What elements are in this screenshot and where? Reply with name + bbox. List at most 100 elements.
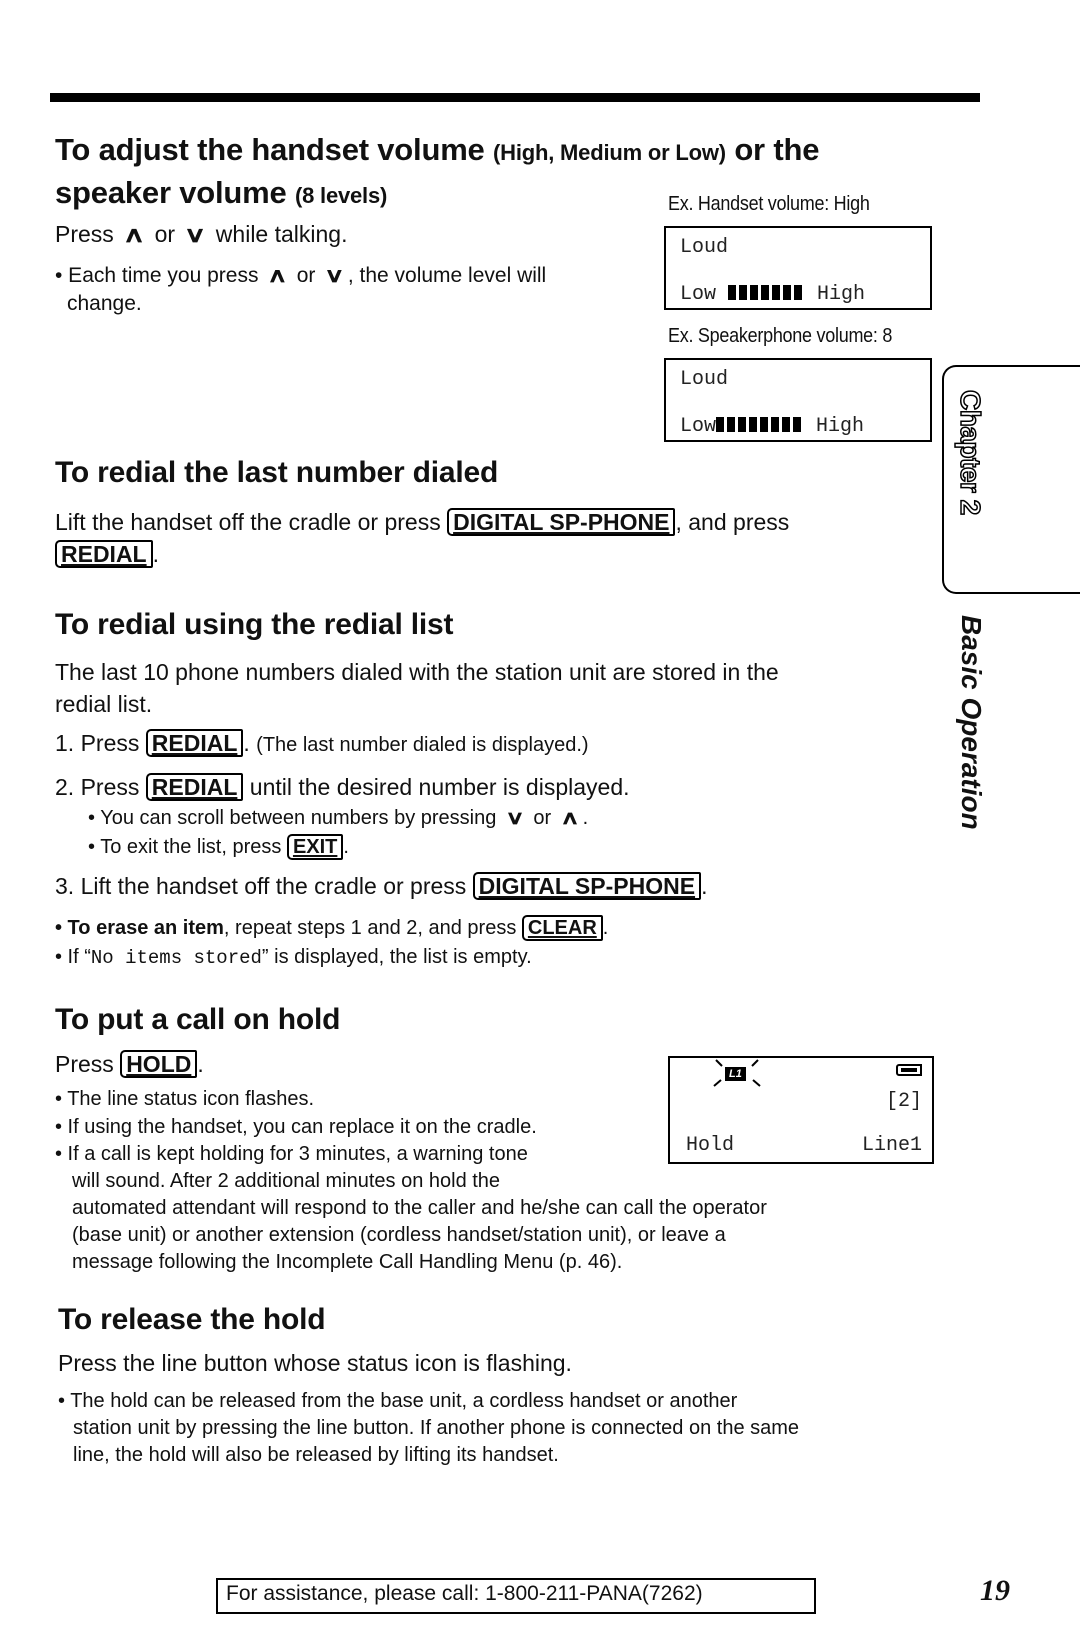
text: redial list.	[55, 691, 153, 717]
redial-step-2: 2. Press REDIAL until the desired number…	[55, 771, 630, 803]
text: until the desired number is displayed.	[243, 774, 630, 800]
text: • If “	[55, 946, 91, 968]
text: automated attendant will respond to the …	[72, 1197, 767, 1219]
volume-block	[771, 417, 780, 432]
text: ” is displayed, the list is empty.	[261, 946, 532, 968]
redial-key[interactable]: REDIAL	[55, 540, 153, 568]
volume-block	[738, 417, 747, 432]
display-line-loud: Loud	[680, 236, 729, 259]
volume-block	[760, 417, 769, 432]
low-label: Low	[680, 283, 717, 306]
text: .	[701, 873, 708, 899]
section-label: Basic Operation	[956, 615, 987, 830]
high-label: High	[817, 283, 866, 306]
volume-block	[783, 285, 792, 300]
release-heading: To release the hold	[58, 1303, 326, 1336]
down-arrow-icon: ∨	[324, 265, 345, 287]
battery-icon	[896, 1064, 922, 1076]
text: or	[148, 221, 182, 247]
volume-block	[749, 417, 758, 432]
heading-qualifier: (High, Medium or Low)	[493, 140, 726, 165]
text: while talking.	[209, 221, 348, 247]
redial-key[interactable]: REDIAL	[145, 773, 244, 801]
text: or	[527, 807, 557, 829]
text: (base unit) or another extension (cordle…	[72, 1224, 726, 1246]
display-line-loud: Loud	[680, 368, 729, 391]
text: message following the Incomplete Call Ha…	[72, 1251, 623, 1273]
redial-last-text: Lift the handset off the cradle or press…	[55, 506, 915, 570]
bold-text: • To erase an item	[55, 917, 224, 939]
assistance-footer: For assistance, please call: 1-800-211-P…	[216, 1578, 816, 1614]
down-arrow-icon: ∨	[184, 222, 207, 247]
heading-text: To adjust the handset volume	[55, 132, 494, 167]
text: , the volume level will	[347, 264, 547, 287]
text: .	[602, 917, 609, 939]
display-volume-row: Low High	[680, 283, 865, 306]
volume-level-bar	[728, 283, 805, 306]
chapter-label: Chapter 2	[954, 389, 987, 515]
release-bullet: • The hold can be released from the base…	[58, 1388, 958, 1469]
volume-block	[793, 417, 802, 432]
text: .	[582, 807, 589, 829]
text: .	[152, 541, 160, 567]
display-line-label: Line1	[861, 1134, 922, 1157]
exit-key[interactable]: EXIT	[286, 834, 344, 860]
volume-block	[728, 285, 737, 300]
page-number: 19	[980, 1574, 1010, 1607]
line-status-icon: L1	[725, 1067, 746, 1081]
text: will sound. After 2 additional minutes o…	[72, 1170, 501, 1192]
text: , and press	[675, 509, 790, 535]
volume-block	[794, 285, 803, 300]
display-message: No items stored	[90, 947, 262, 969]
hold-key[interactable]: HOLD	[120, 1050, 198, 1078]
volume-block	[761, 285, 770, 300]
digital-sp-phone-key[interactable]: DIGITAL SP-PHONE	[447, 508, 676, 536]
high-label: High	[816, 415, 865, 438]
text: • To exit the list, press	[88, 836, 287, 858]
text: Press	[55, 221, 121, 247]
display-count: [2]	[885, 1090, 922, 1113]
redial-last-heading: To redial the last number dialed	[55, 456, 499, 489]
hold-instruction: Press HOLD.	[55, 1048, 204, 1080]
speaker-volume-display: Loud Low High	[664, 358, 932, 442]
hold-bullet-2: • If using the handset, you can replace …	[55, 1116, 537, 1138]
text: • You can scroll between numbers by pres…	[88, 807, 502, 829]
speaker-volume-caption: Ex. Speakerphone volume: 8	[668, 325, 893, 347]
text: • If a call is kept holding for 3 minute…	[55, 1143, 528, 1165]
volume-level-bar	[716, 415, 804, 438]
down-arrow-icon: ∨	[505, 808, 525, 829]
heading-qualifier: (8 levels)	[294, 183, 388, 208]
flashing-line-icon: L1	[708, 1058, 768, 1092]
heading-text: or the	[725, 132, 820, 167]
redial-step-2-bullet-exit: • To exit the list, press EXIT.	[88, 834, 349, 861]
empty-list-note: • If “No items stored” is displayed, the…	[55, 944, 532, 972]
text: 3. Lift the handset off the cradle or pr…	[55, 873, 473, 899]
up-arrow-icon: ∧	[122, 222, 146, 247]
volume-block	[772, 285, 781, 300]
clear-key[interactable]: CLEAR	[521, 915, 603, 941]
volume-block	[727, 417, 736, 432]
text: .	[343, 836, 349, 858]
text: .	[243, 730, 257, 756]
text: 2. Press	[55, 774, 146, 800]
handset-volume-display: Loud Low High	[664, 226, 932, 310]
redial-step-2-bullet-scroll: • You can scroll between numbers by pres…	[88, 805, 588, 832]
text: .	[197, 1051, 204, 1077]
digital-sp-phone-key[interactable]: DIGITAL SP-PHONE	[472, 872, 702, 900]
redial-step-3: 3. Lift the handset off the cradle or pr…	[55, 870, 707, 902]
hold-heading: To put a call on hold	[55, 1003, 341, 1036]
display-volume-row: Low High	[680, 415, 864, 438]
volume-block	[716, 417, 725, 432]
up-arrow-icon: ∧	[559, 808, 580, 829]
handset-volume-caption: Ex. Handset volume: High	[668, 193, 870, 215]
text: change.	[67, 292, 142, 315]
heading-text: speaker volume	[55, 175, 295, 210]
volume-block	[739, 285, 748, 300]
text: The last 10 phone numbers dialed with th…	[55, 659, 779, 685]
hold-display: L1 [2] Hold Line1	[668, 1056, 934, 1164]
volume-block	[782, 417, 791, 432]
text: • The hold can be released from the base…	[58, 1390, 738, 1412]
text: or	[290, 264, 322, 287]
redial-list-heading: To redial using the redial list	[55, 608, 454, 641]
redial-key[interactable]: REDIAL	[145, 729, 244, 757]
